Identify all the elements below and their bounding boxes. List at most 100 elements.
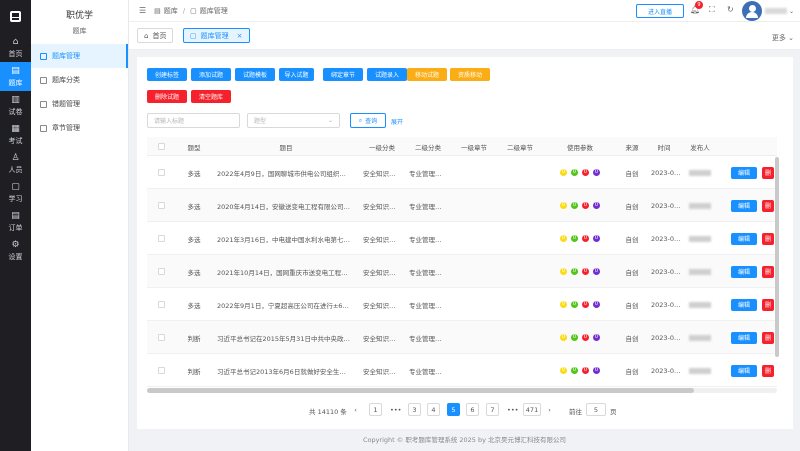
- question-entry-button[interactable]: 试题录入: [367, 68, 407, 81]
- search-button[interactable]: ⌕ 查询: [350, 113, 386, 128]
- delete-button[interactable]: 删: [762, 232, 774, 245]
- next-page-button[interactable]: ›: [543, 403, 556, 416]
- page-button[interactable]: 3: [408, 403, 421, 416]
- delete-button[interactable]: 删: [762, 265, 774, 278]
- rail-item-order[interactable]: ▤ 订单: [0, 207, 31, 236]
- tab-label: 题库管理: [200, 31, 229, 40]
- page-button[interactable]: 4: [427, 403, 440, 416]
- rail-item-gear[interactable]: ⚙ 设置: [0, 236, 31, 265]
- username[interactable]: [765, 8, 787, 14]
- tab-label: 首页: [152, 31, 167, 40]
- page-icon: ▢: [190, 31, 197, 40]
- question-type-select[interactable]: 题型 ⌄: [247, 113, 340, 128]
- more-tabs-button[interactable]: 更多 ⌄: [772, 33, 794, 43]
- table-row: 多选 2021年3月16日，中电建中国水利水电第七… 安全知识… 专业管理… 0 0 0 0 自…: [147, 222, 777, 255]
- param-dot: 0: [582, 301, 589, 308]
- sub-item-bank-manage[interactable]: 题库管理: [31, 44, 128, 68]
- refresh-icon[interactable]: ↻: [727, 5, 734, 14]
- table-row: 多选 2022年4月9日，国网聊城市供电公司组织… 安全知识… 专业管理… 0 0 0 0 自创…: [147, 156, 777, 189]
- row-checkbox[interactable]: [147, 255, 175, 288]
- edit-button[interactable]: 编辑: [731, 265, 757, 278]
- row-checkbox[interactable]: [147, 288, 175, 321]
- cell-time: 2023-0…: [651, 366, 681, 375]
- title-search-input[interactable]: 请输入标题: [147, 113, 240, 128]
- sub-item-chapter-manage[interactable]: 章节管理: [31, 116, 128, 140]
- row-checkbox[interactable]: [147, 156, 175, 189]
- clear-bank-button[interactable]: 清空题库: [191, 90, 231, 103]
- cell-actions: 编辑删: [731, 222, 777, 255]
- edit-button[interactable]: 编辑: [731, 298, 757, 311]
- edit-button[interactable]: 编辑: [731, 331, 757, 344]
- edit-button[interactable]: 编辑: [731, 232, 757, 245]
- page-button[interactable]: 7: [486, 403, 499, 416]
- bind-chapter-button[interactable]: 绑定章节: [323, 68, 363, 81]
- cell-title: 2020年4月14日，安徽送变电工程有限公司…: [217, 202, 350, 211]
- sub-item-wrong-questions[interactable]: 错题管理: [31, 92, 128, 116]
- close-icon[interactable]: ×: [237, 32, 243, 40]
- enter-live-button[interactable]: 进入直播: [636, 4, 684, 18]
- cell-params: 0000: [543, 255, 617, 288]
- cell-source: 自创: [625, 235, 639, 244]
- breadcrumb-item[interactable]: 题库: [164, 6, 178, 16]
- create-tag-button[interactable]: 创建标签: [147, 68, 187, 81]
- study-icon: ▢: [11, 181, 20, 192]
- expand-link[interactable]: 展开: [391, 117, 403, 126]
- cell-source: 自创: [625, 202, 639, 211]
- goto-page-input[interactable]: 5: [586, 403, 606, 416]
- add-question-button[interactable]: 添加试题: [191, 68, 231, 81]
- question-table: 题型 题目 一级分类 二级分类 一级章节 二级章节 使用参数 来源 时间 发布人…: [147, 137, 777, 391]
- rail-item-study[interactable]: ▢ 学习: [0, 178, 31, 207]
- rail-item-home[interactable]: ⌂ 首页: [0, 33, 31, 62]
- delete-button[interactable]: 删: [762, 199, 774, 212]
- exam-icon: ▦: [11, 123, 20, 134]
- delete-button[interactable]: 删: [762, 166, 774, 179]
- cell-publisher: [681, 288, 719, 321]
- page-button[interactable]: 1: [369, 403, 382, 416]
- select-all-checkbox[interactable]: [147, 137, 175, 156]
- import-question-button[interactable]: 导入试题: [279, 68, 314, 81]
- param-dot: 0: [560, 235, 567, 242]
- param-dot: 0: [560, 202, 567, 209]
- table-horizontal-scrollbar[interactable]: [147, 388, 777, 393]
- table-row: 多选 2021年10月14日，国网重庆市送变电工程… 安全知识… 专业管理… 0 0 0 0 自…: [147, 255, 777, 288]
- page-ellipsis[interactable]: •••: [388, 403, 404, 416]
- delete-question-button[interactable]: 删除试题: [147, 90, 187, 103]
- tab-bank-manage[interactable]: ▢ 题库管理 ×: [183, 28, 250, 43]
- table-vertical-scrollbar[interactable]: [775, 157, 779, 391]
- rail-item-user[interactable]: ♙ 人员: [0, 149, 31, 178]
- rail-item-label: 题库: [8, 78, 23, 87]
- row-checkbox[interactable]: [147, 189, 175, 222]
- page-button[interactable]: 6: [466, 403, 479, 416]
- qualification-move-button[interactable]: 资质移动: [450, 68, 490, 81]
- rail-item-paper[interactable]: ▥ 试卷: [0, 91, 31, 120]
- avatar[interactable]: [742, 1, 762, 21]
- question-template-button[interactable]: 试题模板: [235, 68, 275, 81]
- edit-button[interactable]: 编辑: [731, 166, 757, 179]
- rail-item-exam[interactable]: ▦ 考试: [0, 120, 31, 149]
- page-button[interactable]: 471: [523, 403, 541, 416]
- delete-button[interactable]: 删: [762, 364, 774, 377]
- paper-icon: ▥: [11, 94, 20, 105]
- prev-page-button[interactable]: ‹: [349, 403, 362, 416]
- move-question-button[interactable]: 移动试题: [407, 68, 447, 81]
- sub-item-bank-category[interactable]: 题库分类: [31, 68, 128, 92]
- delete-button[interactable]: 删: [762, 298, 774, 311]
- tab-home[interactable]: ⌂ 首页: [137, 28, 174, 43]
- breadcrumb: ☰ ▤ 题库 / ▢ 题库管理: [139, 6, 228, 16]
- delete-button[interactable]: 删: [762, 331, 774, 344]
- row-checkbox[interactable]: [147, 354, 175, 387]
- fullscreen-icon[interactable]: ⛶: [709, 5, 715, 15]
- edit-button[interactable]: 编辑: [731, 364, 757, 377]
- brand: 职优学 题库: [31, 0, 128, 36]
- page-button-current[interactable]: 5: [447, 403, 460, 416]
- edit-button[interactable]: 编辑: [731, 199, 757, 212]
- rail-item-label: 试卷: [8, 107, 23, 116]
- row-checkbox[interactable]: [147, 321, 175, 354]
- chevron-down-icon[interactable]: ⌄: [789, 8, 794, 15]
- rail-item-question-bank[interactable]: ▤ 题库: [0, 62, 31, 91]
- param-dot: 0: [582, 202, 589, 209]
- rail-item-label: 考试: [8, 136, 23, 145]
- row-checkbox[interactable]: [147, 222, 175, 255]
- collapse-menu-icon[interactable]: ☰: [139, 6, 146, 15]
- page-ellipsis[interactable]: •••: [505, 403, 521, 416]
